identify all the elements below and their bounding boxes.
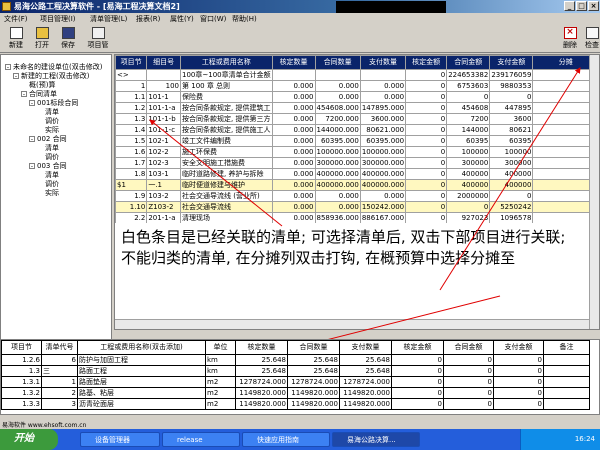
status-bar: 易海软件 www.ehsoft.com.cn bbox=[0, 419, 600, 429]
table-cell[interactable]: 1278724.000 bbox=[339, 376, 392, 388]
table-cell[interactable]: m2 bbox=[205, 387, 236, 399]
table-cell[interactable]: 路面工程 bbox=[77, 365, 206, 377]
table-cell[interactable]: 1.3.3 bbox=[1, 398, 42, 410]
lower-column-header[interactable]: 单位 bbox=[205, 340, 236, 355]
table-cell[interactable]: 1.3 bbox=[1, 365, 42, 377]
table-cell[interactable]: 25.648 bbox=[235, 365, 288, 377]
table-cell[interactable]: 0 bbox=[391, 387, 444, 399]
lower-column-header[interactable]: 项目节 bbox=[1, 340, 42, 355]
lower-column-header[interactable]: 备注 bbox=[543, 340, 590, 355]
table-cell[interactable]: 0 bbox=[493, 398, 544, 410]
status-text: 易海软件 www.ehsoft.com.cn bbox=[2, 422, 87, 429]
table-cell[interactable]: 1149820.000 bbox=[339, 398, 392, 410]
table-cell[interactable]: 25.648 bbox=[235, 354, 288, 366]
table-cell[interactable]: m2 bbox=[205, 398, 236, 410]
table-cell[interactable]: 0 bbox=[391, 354, 444, 366]
taskbar: 开始 设备管理器 release 快速应用指南 易海公路决算... 16:24 bbox=[0, 429, 600, 450]
start-button[interactable]: 开始 bbox=[0, 429, 58, 450]
table-cell[interactable]: 0 bbox=[391, 376, 444, 388]
table-cell[interactable]: 1.3.2 bbox=[1, 387, 42, 399]
table-cell[interactable]: 0 bbox=[391, 365, 444, 377]
table-cell[interactable]: 2 bbox=[41, 387, 78, 399]
table-cell[interactable]: 1149820.000 bbox=[287, 398, 340, 410]
lower-column-header[interactable]: 工程或费用名称(双击添加) bbox=[77, 340, 206, 355]
table-cell[interactable]: 路面垫层 bbox=[77, 376, 206, 388]
system-tray: 16:24 bbox=[520, 429, 600, 450]
table-row[interactable]: 1.3.1 1 路面垫层 m2 1278724.000 1278724.000 127872… bbox=[1, 376, 590, 388]
table-cell[interactable]: 0 bbox=[391, 398, 444, 410]
table-cell[interactable]: 0 bbox=[493, 354, 544, 366]
table-row[interactable]: 1.2.6 6 防护与加固工程 km 25.648 25.648 25.648 0 0 0 bbox=[1, 354, 590, 366]
table-cell[interactable]: 防护与加固工程 bbox=[77, 354, 206, 366]
table-cell[interactable]: km bbox=[205, 365, 236, 377]
table-cell[interactable]: 0 bbox=[493, 387, 544, 399]
table-cell[interactable]: 1278724.000 bbox=[235, 376, 288, 388]
table-cell[interactable]: km bbox=[205, 354, 236, 366]
table-cell[interactable]: 25.648 bbox=[287, 354, 340, 366]
table-cell[interactable]: m2 bbox=[205, 376, 236, 388]
table-row[interactable]: 1.3 三路面工程 km 25.648 25.648 25.648 0 0 0 bbox=[1, 365, 590, 377]
table-cell[interactable]: 1278724.000 bbox=[287, 376, 340, 388]
lower-column-header[interactable]: 核定数量 bbox=[235, 340, 288, 355]
table-cell[interactable]: 三 bbox=[41, 365, 78, 377]
table-cell[interactable]: 沥青砼面层 bbox=[77, 398, 206, 410]
table-cell[interactable]: 1149820.000 bbox=[339, 387, 392, 399]
table-cell[interactable]: 0 bbox=[493, 365, 544, 377]
lower-column-header[interactable]: 支付数量 bbox=[339, 340, 392, 355]
lower-column-header[interactable]: 清单代号 bbox=[41, 340, 78, 355]
lower-column-header[interactable]: 合同金额 bbox=[443, 340, 494, 355]
table-cell[interactable]: 0 bbox=[443, 387, 494, 399]
clock: 16:24 bbox=[574, 435, 595, 443]
table-cell[interactable]: 0 bbox=[443, 365, 494, 377]
table-cell[interactable]: 6 bbox=[41, 354, 78, 366]
arrow-to-linked-rows bbox=[149, 119, 283, 227]
table-cell[interactable]: 25.648 bbox=[287, 365, 340, 377]
table-cell[interactable] bbox=[543, 387, 590, 399]
task-device-manager[interactable]: 设备管理器 bbox=[80, 432, 160, 447]
table-cell[interactable]: 3 bbox=[41, 398, 78, 410]
table-cell[interactable] bbox=[543, 398, 590, 410]
table-cell[interactable]: 1.3.1 bbox=[1, 376, 42, 388]
table-cell[interactable] bbox=[543, 354, 590, 366]
table-cell[interactable]: 1149820.000 bbox=[235, 398, 288, 410]
table-cell[interactable]: 路基、粘层 bbox=[77, 387, 206, 399]
table-row[interactable]: 1.3.3 3 沥青砼面层 m2 1149820.000 1149820.000 11498… bbox=[1, 398, 590, 410]
task-yihai-app[interactable]: 易海公路决算... bbox=[332, 432, 420, 447]
task-quick-guide[interactable]: 快速应用指南 bbox=[242, 432, 330, 447]
table-cell[interactable] bbox=[543, 376, 590, 388]
table-cell[interactable] bbox=[543, 365, 590, 377]
lower-column-header[interactable]: 核定金额 bbox=[391, 340, 444, 355]
task-release[interactable]: release bbox=[162, 432, 240, 447]
table-cell[interactable]: 25.648 bbox=[339, 365, 392, 377]
lower-column-header[interactable]: 合同数量 bbox=[287, 340, 340, 355]
table-cell[interactable]: 1 bbox=[41, 376, 78, 388]
table-cell[interactable]: 0 bbox=[443, 354, 494, 366]
table-row[interactable]: 1.3.2 2 路基、粘层 m2 1149820.000 1149820.000 11498… bbox=[1, 387, 590, 399]
table-cell[interactable]: 1149820.000 bbox=[287, 387, 340, 399]
table-cell[interactable]: 1149820.000 bbox=[235, 387, 288, 399]
table-cell[interactable]: 1.2.6 bbox=[1, 354, 42, 366]
lower-table: 项目节 清单代号 工程或费用名称(双击添加) 单位 核定数量 合同数量 支付数量 核定金额 合同… bbox=[1, 340, 590, 410]
table-cell[interactable]: 0 bbox=[493, 376, 544, 388]
arrow-to-allocate-column bbox=[439, 67, 581, 291]
budget-item-grid[interactable]: 项目节 清单代号 工程或费用名称(双击添加) 单位 核定数量 合同数量 支付数量 核定金额 合同… bbox=[0, 339, 600, 415]
table-cell[interactable]: 0 bbox=[443, 376, 494, 388]
lower-column-header[interactable]: 支付金额 bbox=[493, 340, 544, 355]
table-cell[interactable]: 0 bbox=[443, 398, 494, 410]
table-cell[interactable]: 25.648 bbox=[339, 354, 392, 366]
